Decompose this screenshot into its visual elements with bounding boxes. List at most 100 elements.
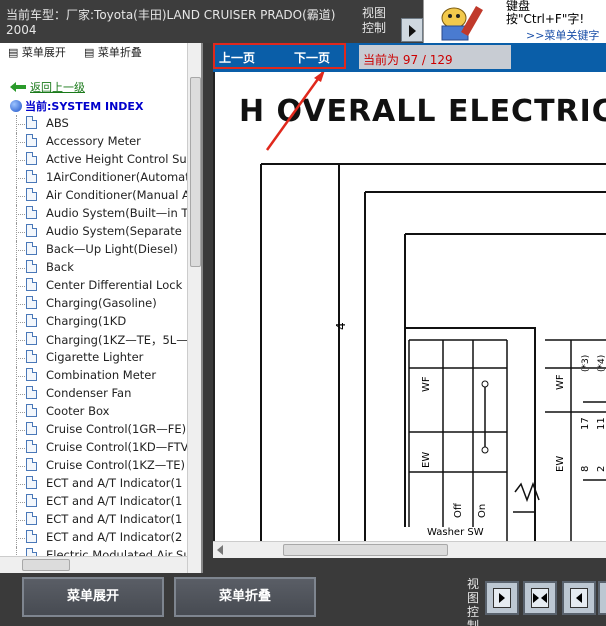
arrow-right-icon [533, 593, 539, 603]
expand-menu-button[interactable]: 菜单展开 [22, 577, 164, 617]
tree-guide-branch [16, 142, 25, 143]
system-tree-panel: ▤ 菜单展开 ▤ 菜单折叠 返回上一级 当前:SYSTEM INDEX ABS A… [0, 43, 203, 573]
tree-horizontal-scrollbar[interactable] [0, 556, 187, 573]
view-single-page-button[interactable] [485, 581, 519, 615]
tree-item[interactable]: Charging(1KD [0, 313, 187, 331]
tree-item-label: ABS [46, 116, 69, 130]
tree-guide-branch [16, 196, 25, 197]
tree-item[interactable]: Air Conditioner(Manual A [0, 187, 187, 205]
tree-item-label: Air Conditioner(Manual A [46, 188, 187, 202]
document-icon [26, 494, 37, 507]
tree-item-label: Audio System(Built—in T [46, 206, 187, 220]
document-icon [26, 224, 37, 237]
tree-item-label: Cigarette Lighter [46, 350, 144, 364]
tree-item[interactable]: Accessory Meter [0, 133, 187, 151]
tree-guide-branch [16, 520, 25, 521]
document-icon [26, 170, 37, 183]
tree-scroll-thumb[interactable] [190, 77, 201, 267]
document-icon [26, 530, 37, 543]
footer-bar: 菜单展开 菜单折叠 视图控制 [0, 573, 606, 626]
view-more-button[interactable] [598, 581, 606, 615]
document-icon [26, 116, 37, 129]
view-next-button[interactable] [401, 18, 423, 42]
document-icon [26, 440, 37, 453]
tree-guide-branch [16, 394, 25, 395]
tree-item[interactable]: ECT and A/T Indicator(2 [0, 529, 187, 547]
tree-item-label: Condenser Fan [46, 386, 132, 400]
tree-item[interactable]: ECT and A/T Indicator(1 [0, 493, 187, 511]
document-icon [26, 134, 37, 147]
tree-item[interactable]: Cruise Control(1GR—FE) [0, 421, 187, 439]
tree-item-list: ABS Accessory Meter Active Height Control … [0, 115, 187, 573]
tree-guide-branch [16, 538, 25, 539]
tree-item-label: Center DifferentiaI Lock [46, 278, 183, 292]
header-bar: 当前车型：厂家:Toyota(丰田)LAND CRUISER PRADO(霸道)… [0, 0, 606, 43]
tree-item[interactable]: ABS [0, 115, 187, 133]
single-page-icon [493, 588, 511, 608]
tree-item-label: ECT and A/T Indicator(2 [46, 530, 183, 544]
document-icon [26, 296, 37, 309]
tree-expand-link[interactable]: ▤ 菜单展开 [8, 44, 66, 60]
tree-item[interactable]: Cigarette Lighter [0, 349, 187, 367]
tree-item-label: Charging(1KD [46, 314, 127, 328]
tree-item-label: Audio System(Separate [46, 224, 182, 238]
tree-item[interactable]: Cruise Control(1KZ—TE) [0, 457, 187, 475]
tree-guide-branch [16, 250, 25, 251]
viewer-horizontal-scrollbar[interactable] [213, 541, 606, 558]
menu-keyword-link[interactable]: >>菜单关键字 [526, 27, 599, 43]
tree-collapse-link[interactable]: ▤ 菜单折叠 [84, 44, 142, 60]
page-indicator-text: 当前为 97 / 129 [363, 53, 453, 67]
tree-vertical-scrollbar[interactable] [187, 43, 201, 573]
view-back-page-button[interactable] [562, 581, 596, 615]
document-icon [26, 350, 37, 363]
tree-guide-branch [16, 340, 25, 341]
back-to-parent-link[interactable]: 返回上一级 [10, 79, 85, 95]
car-model-title: 当前车型：厂家:Toyota(丰田)LAND CRUISER PRADO(霸道)… [6, 8, 336, 37]
tree-item[interactable]: Center DifferentiaI Lock [0, 277, 187, 295]
tree-item-label: Back [46, 260, 74, 274]
tree-item[interactable]: Active Height Control Su [0, 151, 187, 169]
tree-guide-branch [16, 448, 25, 449]
annotation-arrow-icon [265, 72, 325, 151]
document-icon [26, 314, 37, 327]
search-hint-panel: 键盘按"Ctrl+F"字! >>菜单关键字 [492, 0, 606, 43]
tree-item-label: Back—Up Light(Diesel) [46, 242, 178, 256]
current-node-label: 当前:SYSTEM INDEX [25, 100, 144, 113]
arrow-left-icon [541, 593, 547, 603]
tree-item[interactable]: Cruise Control(1KD—FTV [0, 439, 187, 457]
tree-guide-branch [16, 124, 25, 125]
tree-item[interactable]: Back—Up Light(Diesel) [0, 241, 187, 259]
tree-item[interactable]: Back [0, 259, 187, 277]
tree-item[interactable]: ECT and A/T Indicator(1 [0, 475, 187, 493]
tree-item-label: Active Height Control Su [46, 152, 187, 166]
tree-guide-branch [16, 466, 25, 467]
scroll-left-icon[interactable] [217, 545, 223, 555]
tree-item-label: ECT and A/T Indicator(1 [46, 494, 183, 508]
tree-item[interactable]: Cooter Box [0, 403, 187, 421]
tree-guide-branch [16, 178, 25, 179]
tree-item[interactable]: Charging(1KZ—TE，5L— [0, 331, 187, 349]
tree-item[interactable]: Combination Meter [0, 367, 187, 385]
tree-item[interactable]: ECT and A/T Indicator(1 [0, 511, 187, 529]
tree-guide-branch [16, 268, 25, 269]
tree-item-label: Cruise Control(1KD—FTV [46, 440, 187, 454]
document-icon [26, 512, 37, 525]
tree-item[interactable]: Condenser Fan [0, 385, 187, 403]
viewer-bottom-gap [213, 558, 606, 573]
tree-item-label: Cruise Control(1KZ—TE) [46, 458, 186, 472]
tree-item[interactable]: Charging(Gasoline) [0, 295, 187, 313]
back-label: 返回上一级 [30, 81, 85, 94]
view-split-page-button[interactable] [523, 581, 557, 615]
search-hint-text: 键盘按"Ctrl+F"字! [506, 0, 585, 26]
tree-hscroll-thumb[interactable] [22, 559, 70, 571]
tree-item[interactable]: Audio System(Built—in T [0, 205, 187, 223]
tree-item[interactable]: 1AirConditioner(Automat [0, 169, 187, 187]
collapse-menu-button[interactable]: 菜单折叠 [174, 577, 316, 617]
wiring-diagram-canvas[interactable]: H OVERALL ELECTRIC 4 WF EW Off On Washer… [213, 72, 606, 541]
viewer-hscroll-thumb[interactable] [283, 544, 448, 556]
arrow-left-icon [576, 593, 582, 603]
document-icon [26, 386, 37, 399]
document-icon [26, 260, 37, 273]
tree-item-label: 1AirConditioner(Automat [46, 170, 187, 184]
tree-item[interactable]: Audio System(Separate [0, 223, 187, 241]
